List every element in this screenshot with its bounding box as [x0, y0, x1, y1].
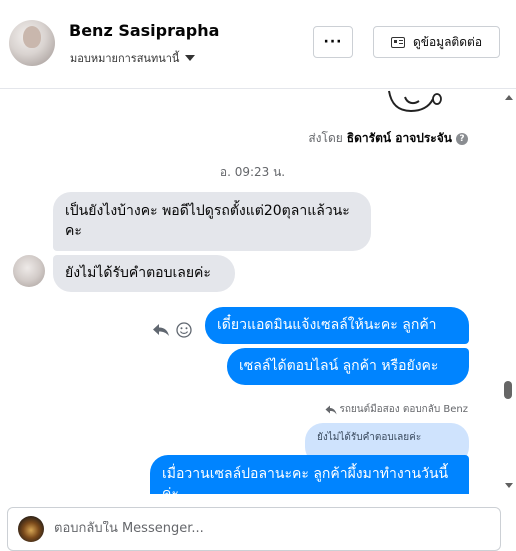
reply-context-text: รถยนต์มือสอง ตอบกลับ Benz [339, 404, 468, 415]
message-thread[interactable]: ส่งโดย ธิดารัตน์ อาจประจัน ? อ. 09:23 น.… [0, 89, 505, 494]
contact-card-icon [390, 36, 405, 48]
contact-avatar[interactable] [9, 20, 55, 66]
reply-arrow-icon [325, 405, 337, 414]
reply-input[interactable] [54, 521, 474, 536]
emoji-reaction-icon[interactable] [176, 322, 192, 338]
outgoing-message[interactable]: เซลล์ได้ตอบไลน์ ลูกค้า หรือยังคะ [227, 348, 469, 385]
sticker-image [388, 90, 442, 113]
help-icon[interactable]: ? [456, 132, 468, 145]
conversation-header: Benz Sasiprapha มอบหมายการสนทนานี้ ··· ด… [0, 0, 516, 89]
assign-conversation-dropdown[interactable]: มอบหมายการสนทนานี้ [70, 49, 196, 67]
reply-context-label: รถยนต์มือสอง ตอบกลับ Benz [325, 402, 468, 417]
more-options-button[interactable]: ··· [313, 26, 353, 58]
reply-composer[interactable] [7, 507, 501, 551]
page-avatar [18, 516, 44, 542]
composer-area [0, 499, 516, 551]
outgoing-message[interactable]: เมื่อวานเซลล์ปอลานะคะ ลูกค้าผึ้งมาทำงานว… [150, 455, 469, 494]
sent-by-name: ธิดารัตน์ อาจประจัน [346, 131, 452, 145]
view-contact-info-button[interactable]: ดูข้อมูลติดต่อ [373, 26, 500, 58]
more-icon: ··· [323, 34, 343, 50]
contact-name[interactable]: Benz Sasiprapha [69, 21, 219, 40]
sent-by-line: ส่งโดย ธิดารัตน์ อาจประจัน ? [308, 129, 468, 148]
message-timestamp: อ. 09:23 น. [219, 165, 286, 179]
reply-icon[interactable] [152, 323, 170, 337]
scrollbar-thumb[interactable] [504, 381, 512, 399]
assign-label: มอบหมายการสนทนานี้ [70, 52, 180, 65]
outgoing-message[interactable]: เดี๋ยวแอดมินแจ้งเซลล์ให้นะคะ ลูกค้า [205, 307, 469, 344]
chevron-down-icon [185, 55, 196, 61]
scroll-up-arrow-icon[interactable] [505, 95, 513, 100]
contact-avatar-small[interactable] [13, 255, 45, 287]
sent-by-prefix: ส่งโดย [308, 131, 343, 145]
scroll-down-arrow-icon[interactable] [505, 483, 513, 488]
thread-scrollbar[interactable] [501, 89, 516, 499]
incoming-message[interactable]: ยังไม่ได้รับคำตอบเลยค่ะ [53, 255, 235, 292]
view-contact-info-label: ดูข้อมูลติดต่อ [412, 34, 483, 49]
incoming-message[interactable]: เป็นยังไงบ้างคะ พอดีไปดูรถตั้งแต่20ตุลาแ… [53, 192, 371, 251]
